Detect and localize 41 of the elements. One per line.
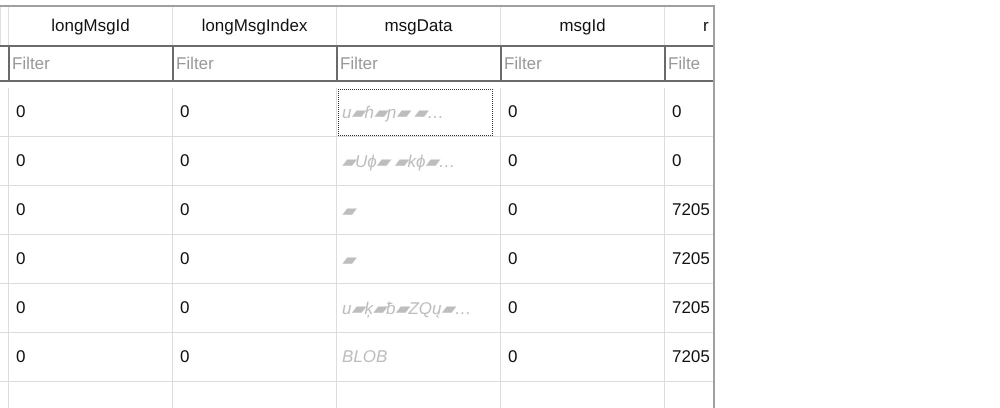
table-cell-text: 0 bbox=[179, 249, 190, 269]
column-header[interactable]: r bbox=[664, 7, 713, 45]
table-cell-text: 0 bbox=[671, 102, 682, 122]
filter-field[interactable]: Filter bbox=[8, 45, 172, 82]
table-cell-text: u▰ķ▰ƀ▰ZQų▰… bbox=[341, 298, 472, 318]
table-cell-text: ▰Uϕ▰ ▰kϕ▰… bbox=[341, 150, 456, 172]
table-cell-text: 0 bbox=[179, 298, 190, 318]
column-header[interactable]: longMsgIndex bbox=[172, 7, 336, 45]
table-cell-text: 0 bbox=[15, 200, 26, 220]
table-cell-text: 0 bbox=[671, 151, 682, 171]
column-header[interactable]: msgId bbox=[500, 7, 664, 45]
table-cell-text: 0 bbox=[507, 151, 518, 171]
table-cell-text: ▰ bbox=[341, 248, 355, 270]
table-cell-text: 0 bbox=[179, 200, 190, 220]
table-cell-text: 0 bbox=[179, 347, 190, 367]
table-cell-text: 7205 bbox=[671, 347, 710, 367]
table-cell-text: 7205 bbox=[671, 200, 710, 220]
table-cell-text: 0 bbox=[15, 347, 26, 367]
table-cell-text: 0 bbox=[507, 200, 518, 220]
column-header[interactable]: msgData bbox=[336, 7, 500, 45]
filter-field[interactable]: Filte bbox=[664, 45, 713, 82]
table-cell-text: 0 bbox=[15, 298, 26, 318]
table-cell-text: 7205 bbox=[671, 298, 710, 318]
table-cell-text: 0 bbox=[507, 102, 518, 122]
table-cell: u▰ɦ▰ɲ▰ ▰… bbox=[339, 90, 492, 134]
filter-cell bbox=[0, 45, 8, 82]
table-cell-text: 0 bbox=[15, 151, 26, 171]
table-cell-text: 0 bbox=[179, 102, 190, 122]
table-cell-text: 7205 bbox=[671, 249, 710, 269]
filter-field[interactable]: Filter bbox=[500, 45, 664, 82]
table-cell-text: 0 bbox=[179, 151, 190, 171]
column-header[interactable]: longMsgId bbox=[8, 7, 172, 45]
table-cell-text: BLOB bbox=[341, 347, 388, 367]
table-cell-text: ▰ bbox=[341, 200, 355, 220]
table-cell-text: 0 bbox=[507, 347, 518, 367]
filter-field[interactable]: Filter bbox=[336, 45, 500, 82]
filter-field[interactable]: Filter bbox=[172, 45, 336, 82]
table-cell-text: 0 bbox=[507, 249, 518, 269]
table-cell-text: 0 bbox=[507, 298, 518, 318]
table-cell-text: 0 bbox=[15, 102, 26, 122]
table-cell-text: 0 bbox=[15, 249, 26, 269]
